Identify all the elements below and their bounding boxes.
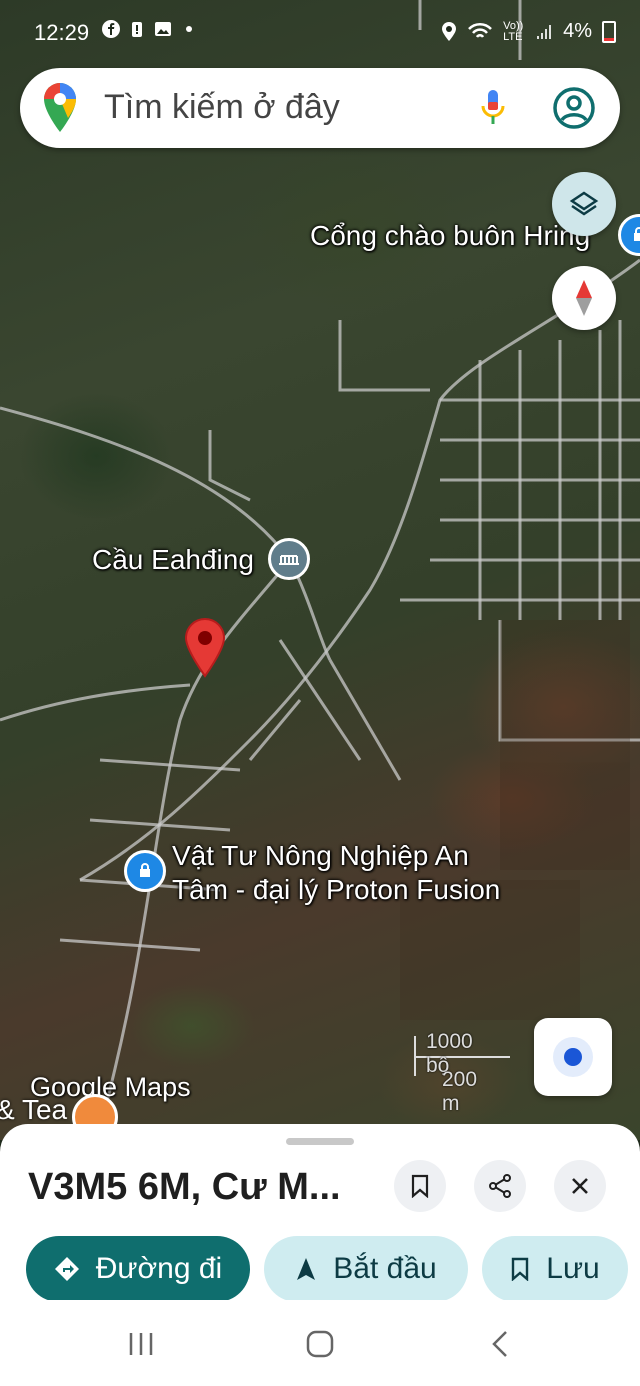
- my-location-button[interactable]: [534, 1018, 612, 1096]
- poi-label-tea[interactable]: & Tea: [0, 1094, 67, 1126]
- map-layers-button[interactable]: [552, 172, 616, 236]
- my-location-icon: [553, 1037, 593, 1077]
- gallery-icon: [155, 22, 171, 36]
- poi-label-vat-tu-line2[interactable]: Tâm - đại lý Proton Fusion: [172, 874, 500, 906]
- start-navigation-button[interactable]: Bắt đầu: [264, 1236, 468, 1302]
- search-placeholder[interactable]: Tìm kiếm ở đây: [104, 88, 340, 127]
- compass-button[interactable]: [552, 266, 616, 330]
- battery-icon: [602, 20, 616, 43]
- share-button[interactable]: [474, 1160, 526, 1212]
- signal-icon: [537, 24, 552, 39]
- poi-label-cau-eahding[interactable]: Cầu Eahđing: [92, 544, 254, 576]
- poi-label-cong-chao[interactable]: Cổng chào buôn Hring: [310, 220, 590, 252]
- scale-meters: 200 m: [442, 1068, 478, 1115]
- sheet-drag-handle[interactable]: [286, 1138, 354, 1145]
- google-maps-pin-icon: [44, 83, 76, 132]
- recent-apps-icon[interactable]: [126, 1330, 156, 1358]
- location-icon: [442, 21, 457, 41]
- search-bar[interactable]: Tìm kiếm ở đây: [20, 68, 620, 148]
- map-view[interactable]: Cổng chào buôn Hring Cầu Eahđing Vật Tư …: [0, 0, 640, 1140]
- poi-label-vat-tu-line1[interactable]: Vật Tư Nông Nghiệp An: [172, 840, 469, 872]
- save-label: Lưu: [546, 1252, 600, 1285]
- directions-icon: [54, 1257, 79, 1281]
- save-bookmark-icon: [512, 1257, 529, 1281]
- facebook-icon: [102, 20, 120, 38]
- more-notifications-dot: [186, 26, 192, 32]
- close-button[interactable]: [554, 1160, 606, 1212]
- red-location-pin-icon[interactable]: [182, 616, 228, 678]
- place-title: V3M5 6M, Cư M...: [28, 1166, 341, 1208]
- start-label: Bắt đầu: [333, 1252, 437, 1285]
- status-time: 12:29: [34, 20, 90, 45]
- close-icon: [572, 1178, 588, 1194]
- share-icon: [489, 1174, 511, 1198]
- mic-icon[interactable]: [480, 88, 506, 128]
- bridge-poi-icon[interactable]: [268, 538, 310, 580]
- navigation-icon: [297, 1258, 316, 1280]
- battery-alert-icon: [132, 22, 142, 37]
- bookmark-icon: [411, 1174, 429, 1198]
- layers-icon: [569, 191, 599, 216]
- battery-percent: 4%: [563, 20, 592, 42]
- account-icon[interactable]: [552, 86, 596, 130]
- volte-label: Vo)) LTE: [503, 19, 524, 43]
- home-icon[interactable]: [306, 1330, 334, 1358]
- shopping-bag-poi-icon[interactable]: [124, 850, 166, 892]
- wifi-icon: [468, 22, 493, 38]
- directions-label: Đường đi: [95, 1252, 223, 1285]
- status-bar: 12:29 Vo)) LTE 4%: [0, 0, 640, 68]
- directions-button[interactable]: Đường đi: [26, 1236, 250, 1302]
- compass-icon: [576, 280, 592, 316]
- system-nav-bar: [0, 1300, 640, 1386]
- system-status: Vo)) LTE 4%: [441, 20, 616, 43]
- back-icon[interactable]: [488, 1330, 512, 1358]
- save-bookmark-button[interactable]: [394, 1160, 446, 1212]
- save-button[interactable]: Lưu: [482, 1236, 628, 1302]
- notification-icons: [102, 20, 192, 38]
